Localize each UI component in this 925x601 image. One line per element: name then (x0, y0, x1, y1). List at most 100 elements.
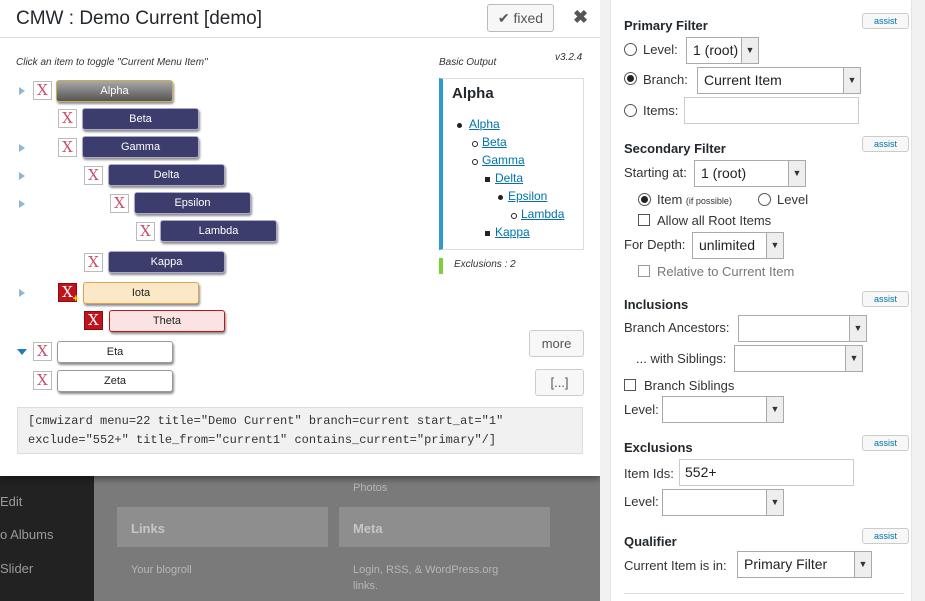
chevron-down-icon: ▼ (854, 552, 871, 577)
chevron-down-icon: ▼ (766, 490, 783, 515)
collapse-arrow-icon[interactable] (17, 349, 27, 355)
exclude-toggle-icon[interactable]: X (84, 166, 103, 185)
inclusions-title: Inclusions (624, 297, 689, 312)
branch-ancestors-select[interactable]: ▼ (738, 315, 867, 342)
items-input[interactable] (684, 97, 859, 124)
level-select[interactable]: 1 (root) ▼ (686, 37, 759, 64)
expand-arrow-icon[interactable] (19, 87, 25, 95)
menu-item-beta[interactable]: Beta (82, 108, 199, 130)
exclude-toggle-icon[interactable]: X (33, 81, 52, 100)
basic-output-title: Alpha (452, 85, 494, 102)
menu-item-gamma[interactable]: Gamma (82, 136, 199, 158)
level-radio[interactable] (624, 43, 637, 56)
fixed-toggle-button[interactable]: ✔ fixed (487, 4, 554, 32)
relative-checkbox[interactable] (638, 265, 650, 277)
exclude-with-children-icon[interactable]: X + (58, 283, 79, 305)
expand-arrow-icon[interactable] (19, 200, 25, 208)
background-widget-title: Meta (353, 521, 383, 536)
branch-select[interactable]: Current Item ▼ (697, 67, 861, 94)
assist-button[interactable]: assist (862, 13, 909, 29)
list-bullet-icon (485, 177, 490, 182)
assist-button[interactable]: assist (862, 528, 909, 544)
branch-ancestors-label: Branch Ancestors: (624, 320, 730, 335)
chevron-down-icon: ▼ (849, 316, 866, 341)
exclude-toggle-icon[interactable]: X (58, 109, 77, 128)
output-link-alpha[interactable]: Alpha (469, 117, 500, 131)
exclude-toggle-icon[interactable]: X (58, 138, 77, 157)
with-siblings-label: ... with Siblings: (636, 351, 727, 366)
assist-button[interactable]: assist (862, 291, 909, 307)
exclude-toggle-icon[interactable]: X (33, 371, 52, 390)
exclusions-count: Exclusions : 2 (439, 258, 584, 274)
expand-arrow-icon[interactable] (19, 172, 25, 180)
menu-item-epsilon[interactable]: Epsilon (134, 192, 251, 214)
dialog-title: CMW : Demo Current [demo] (16, 8, 262, 29)
chevron-down-icon: ▼ (741, 38, 758, 63)
branch-siblings-label: Branch Siblings (644, 378, 735, 393)
assist-button[interactable]: assist (862, 435, 909, 451)
output-link-epsilon[interactable]: Epsilon (508, 189, 547, 203)
exclusions-level-select[interactable]: ▼ (662, 489, 784, 516)
fixed-button-label: fixed (513, 10, 544, 26)
allow-root-checkbox[interactable] (638, 214, 650, 226)
menu-item-eta[interactable]: Eta (57, 341, 173, 363)
divider (624, 593, 904, 594)
list-bullet-icon (472, 141, 478, 147)
shortcode-line: [cmwizard menu=22 title="Demo Current" b… (28, 414, 504, 428)
item-ids-input[interactable]: 552+ (679, 459, 854, 486)
current-item-in-select[interactable]: Primary Filter ▼ (737, 551, 872, 578)
chevron-down-icon: ▼ (766, 233, 783, 258)
expand-arrow-icon[interactable] (19, 289, 25, 297)
output-link-gamma[interactable]: Gamma (482, 153, 525, 167)
menu-item-iota[interactable]: Iota (83, 282, 199, 304)
item-label: Item (if possible) (657, 192, 732, 207)
admin-menu-item: Slider (0, 561, 34, 576)
depth-select[interactable]: unlimited ▼ (692, 232, 784, 259)
chevron-down-icon: ▼ (845, 346, 862, 371)
menu-item-kappa[interactable]: Kappa (108, 251, 225, 273)
output-link-beta[interactable]: Beta (482, 135, 507, 149)
assist-button[interactable]: assist (862, 136, 909, 152)
branch-siblings-checkbox[interactable] (624, 379, 636, 391)
item-radio[interactable] (638, 193, 651, 206)
admin-sidebar: Edit o Albums Slider (0, 476, 94, 601)
output-link-kappa[interactable]: Kappa (495, 225, 530, 239)
exclude-toggle-icon[interactable]: X (110, 194, 129, 213)
level-label: Level: (643, 42, 678, 57)
menu-item-theta[interactable]: Theta (109, 310, 225, 332)
more-button[interactable]: more (529, 330, 584, 357)
items-radio[interactable] (624, 104, 637, 117)
exclusions-count-text: Exclusions : 2 (454, 259, 516, 270)
expand-arrow-icon[interactable] (19, 144, 25, 152)
exclusions-title: Exclusions (624, 440, 693, 455)
close-icon[interactable]: ✖ (573, 7, 588, 28)
output-link-lambda[interactable]: Lambda (521, 207, 564, 221)
exclude-toggle-icon[interactable]: X (84, 253, 103, 272)
menu-item-delta[interactable]: Delta (108, 164, 225, 186)
level-radio[interactable] (758, 193, 771, 206)
dialog-header: CMW : Demo Current [demo] ✔ fixed ✖ (0, 0, 600, 38)
list-bullet-icon (498, 195, 503, 200)
starting-at-select[interactable]: 1 (root) ▼ (694, 160, 806, 187)
current-item-in-label: Current Item is in: (624, 558, 727, 573)
output-link-delta[interactable]: Delta (495, 171, 523, 185)
shortcode-output[interactable]: [cmwizard menu=22 title="Demo Current" b… (17, 407, 583, 454)
widget-settings-panel: Primary Filter assist Level: 1 (root) ▼ B… (600, 0, 925, 601)
exclude-toggle-icon[interactable]: X (84, 311, 103, 330)
inclusions-level-select[interactable]: ▼ (662, 396, 784, 423)
exclude-toggle-icon[interactable]: X (33, 342, 52, 361)
allow-root-label: Allow all Root Items (657, 213, 772, 228)
branch-radio[interactable] (624, 72, 637, 85)
version-label: v3.2.4 (555, 52, 583, 63)
menu-item-zeta[interactable]: Zeta (57, 370, 173, 392)
background-widget-title: Links (131, 521, 165, 536)
background-photos-text: Photos (353, 482, 388, 494)
ellipsis-button[interactable]: [...] (535, 369, 584, 396)
list-bullet-icon (511, 213, 517, 219)
inclusions-level-label: Level: (624, 402, 659, 417)
menu-item-lambda[interactable]: Lambda (160, 220, 277, 242)
exclude-toggle-icon[interactable]: X (136, 222, 155, 241)
menu-item-alpha[interactable]: Alpha (56, 80, 173, 102)
secondary-filter-title: Secondary Filter (624, 141, 726, 156)
with-siblings-select[interactable]: ▼ (734, 345, 863, 372)
